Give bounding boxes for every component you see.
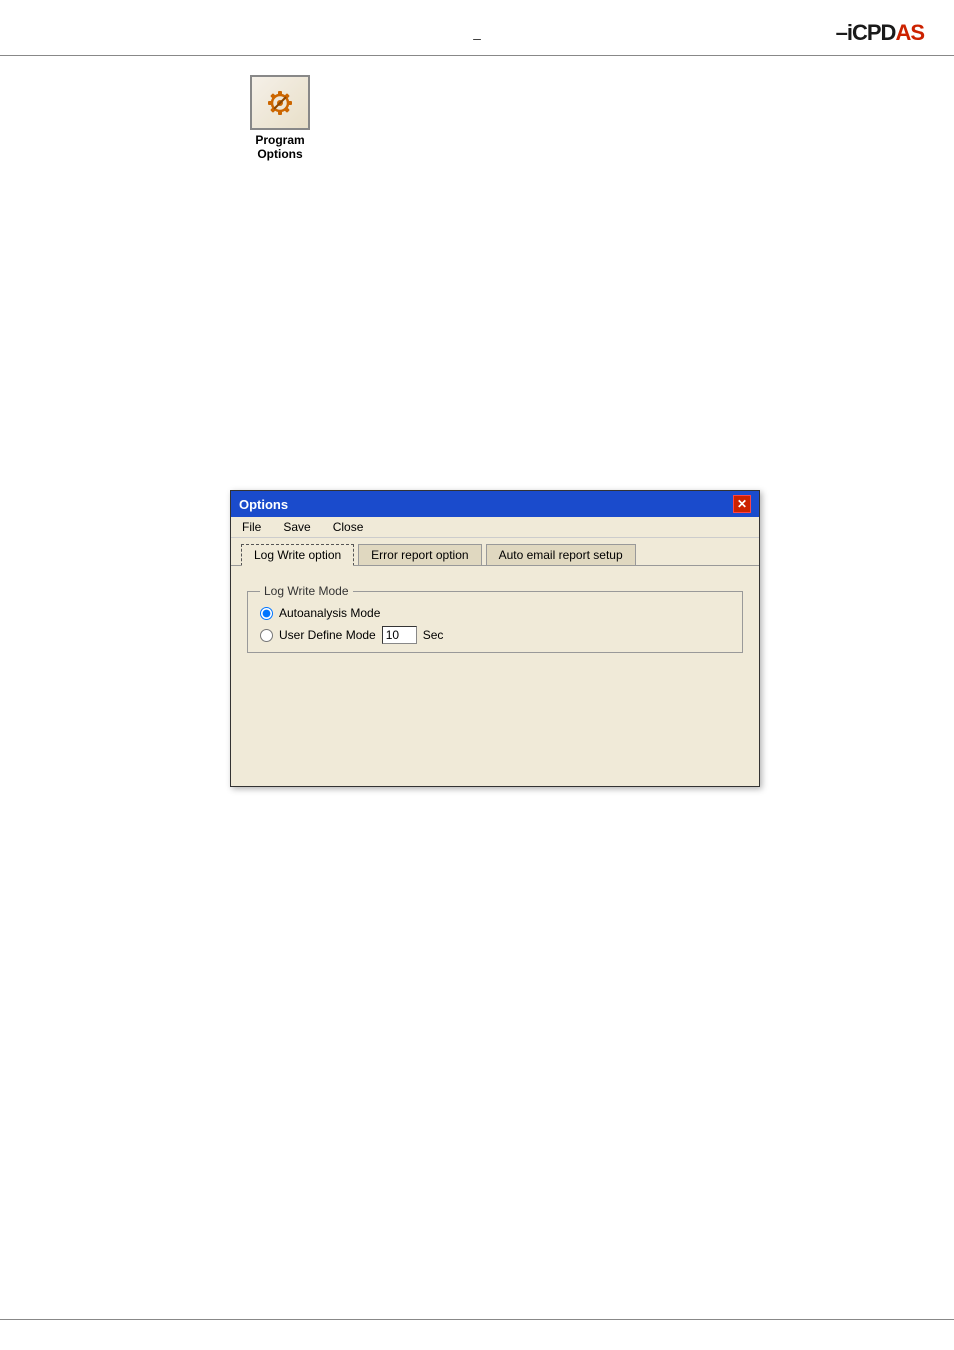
- dialog-close-button[interactable]: ✕: [733, 495, 751, 513]
- log-write-mode-legend: Log Write Mode: [260, 584, 353, 598]
- minimize-button[interactable]: –: [473, 30, 481, 46]
- logo-icpd: –iCPD: [836, 20, 896, 45]
- interval-input[interactable]: [382, 626, 417, 644]
- options-dialog: Options ✕ File Save Close Log Write opti…: [230, 490, 760, 787]
- autoanalysis-mode-row: Autoanalysis Mode: [260, 606, 730, 620]
- tab-auto-email-report-setup[interactable]: Auto email report setup: [486, 544, 636, 565]
- menu-file[interactable]: File: [239, 519, 264, 535]
- menu-close[interactable]: Close: [330, 519, 367, 535]
- program-options-icon-image: [250, 75, 310, 130]
- logo-as: AS: [895, 20, 924, 45]
- userdefine-radio[interactable]: [260, 629, 273, 642]
- userdefine-label: User Define Mode: [279, 628, 376, 642]
- log-write-mode-group: Log Write Mode Autoanalysis Mode User De…: [247, 584, 743, 653]
- user-define-mode-row: User Define Mode Sec: [260, 626, 730, 644]
- dialog-tabs: Log Write option Error report option Aut…: [231, 538, 759, 566]
- dialog-title: Options: [239, 497, 288, 512]
- top-border: [0, 55, 954, 56]
- interval-unit: Sec: [423, 628, 444, 642]
- tab-error-report-option[interactable]: Error report option: [358, 544, 481, 565]
- bottom-border: [0, 1319, 954, 1320]
- program-options-label: Program Options: [255, 133, 304, 162]
- menu-save[interactable]: Save: [280, 519, 313, 535]
- logo: –iCPDAS: [836, 20, 924, 46]
- dialog-menubar: File Save Close: [231, 517, 759, 538]
- tab-log-write-option[interactable]: Log Write option: [241, 544, 354, 566]
- dialog-titlebar: Options ✕: [231, 491, 759, 517]
- autoanalysis-label: Autoanalysis Mode: [279, 606, 380, 620]
- dialog-content: Log Write Mode Autoanalysis Mode User De…: [231, 566, 759, 786]
- options-svg-icon: [260, 83, 300, 123]
- program-options-icon[interactable]: Program Options: [240, 75, 320, 162]
- autoanalysis-radio[interactable]: [260, 607, 273, 620]
